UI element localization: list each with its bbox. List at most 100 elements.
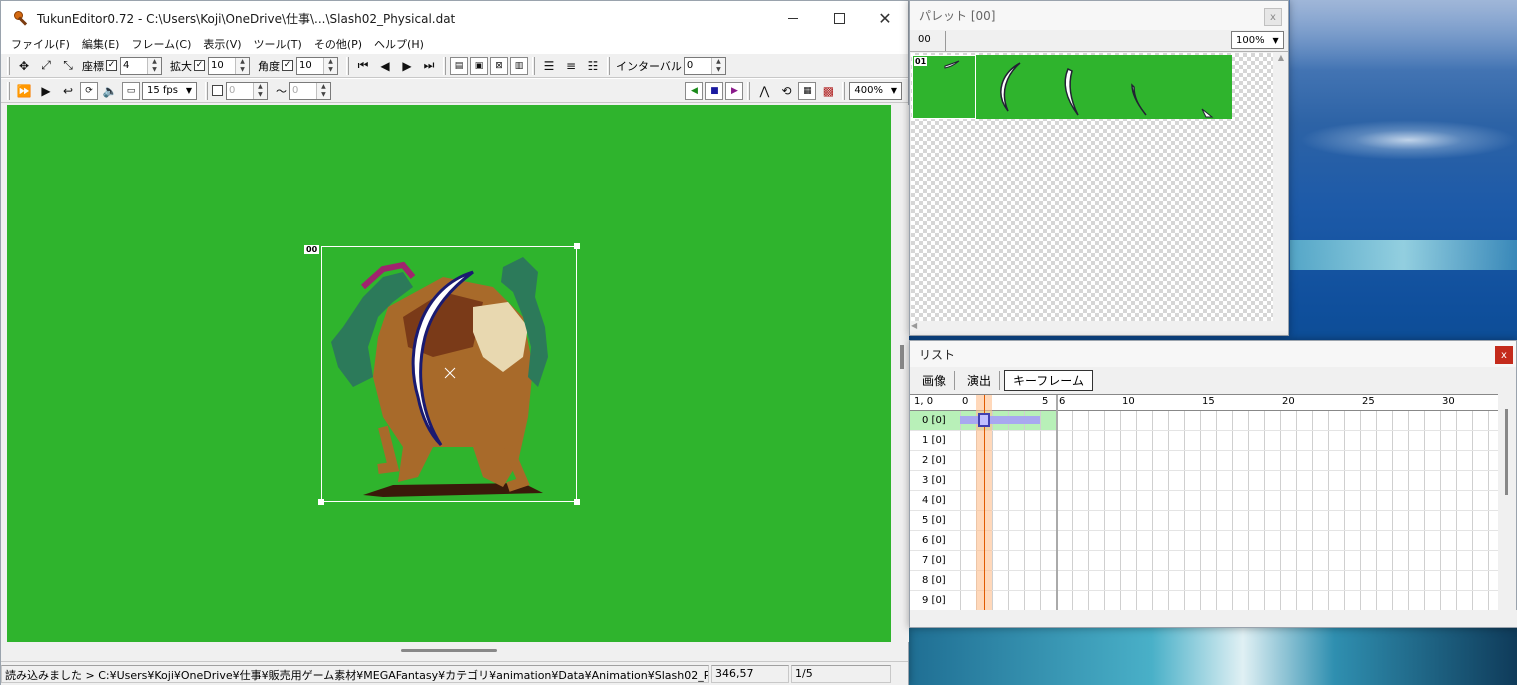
move-tool-icon[interactable]: ✥	[14, 56, 34, 76]
align-left-icon[interactable]: ▤	[450, 56, 468, 75]
interval-stepper[interactable]: 0 ▲ ▼	[683, 56, 726, 75]
toolbar-grip[interactable]	[7, 56, 10, 75]
palette-cell[interactable]	[1168, 55, 1232, 119]
table-row[interactable]: 1 [0]	[910, 431, 1498, 451]
toolbar-grip[interactable]	[842, 81, 846, 100]
chevron-down-icon[interactable]: ▼	[1269, 32, 1283, 48]
align-vcenter-icon[interactable]: ≡	[561, 56, 581, 76]
resize-handle[interactable]	[318, 499, 324, 505]
origin-cross-icon[interactable]	[444, 367, 456, 379]
align-bottom-icon[interactable]: ☷	[583, 56, 603, 76]
stepper-arrows-icon[interactable]: ▲ ▼	[252, 82, 267, 99]
toolbar-grip[interactable]	[346, 56, 349, 75]
canvas-vertical-scrollbar[interactable]	[891, 105, 909, 642]
table-row[interactable]: 3 [0]	[910, 471, 1498, 491]
sound-icon[interactable]: 🔈	[100, 81, 120, 101]
table-row[interactable]: 5 [0]	[910, 511, 1498, 531]
toolbar-grip[interactable]	[607, 56, 610, 75]
zoom-select[interactable]: 400% ▼	[849, 81, 902, 100]
current-frame-marker[interactable]	[984, 395, 985, 611]
rotate-view-icon[interactable]: ⟲	[776, 81, 796, 101]
minimize-button[interactable]	[770, 1, 816, 35]
loop-icon[interactable]: ⟳	[80, 81, 98, 100]
toolbar-grip[interactable]	[443, 56, 446, 75]
last-frame-icon[interactable]: ⏭	[419, 56, 439, 76]
palette-cell[interactable]	[1040, 55, 1104, 119]
play-icon[interactable]: ▶	[36, 81, 56, 101]
menu-file[interactable]: ファイル(F)	[5, 36, 76, 52]
menu-edit[interactable]: 編集(E)	[76, 36, 126, 52]
canvas-horizontal-scroll-thumb[interactable]	[401, 649, 497, 652]
angle-checkbox[interactable]: ✓	[282, 60, 293, 71]
next-frame-icon[interactable]: ▶	[397, 56, 417, 76]
rotate-tool-icon[interactable]: ⤡	[58, 56, 78, 76]
palette-horizontal-scrollbar[interactable]: ◀	[911, 321, 1273, 335]
palette-image-area[interactable]: 01	[911, 53, 1273, 321]
list-title-bar[interactable]: リスト x	[910, 341, 1516, 367]
align-middle-icon[interactable]: ⊠	[490, 56, 508, 75]
prev-frame-icon[interactable]: ◀	[375, 56, 395, 76]
table-row[interactable]: 9 [0]	[910, 591, 1498, 611]
menu-other[interactable]: その他(P)	[308, 36, 368, 52]
keyframe-grid[interactable]: 1, 0 0 5 6 10 15 20 25 30 0 [0] 1 [0] 2 …	[910, 394, 1498, 611]
fps-select[interactable]: 15 fps ▼	[142, 81, 197, 100]
stepper-arrows-icon[interactable]: ▲ ▼	[235, 57, 249, 74]
stepper-arrows-icon[interactable]: ▲ ▼	[323, 57, 337, 74]
palette-title-bar[interactable]: パレット [00] x	[910, 1, 1288, 30]
table-row[interactable]: 4 [0]	[910, 491, 1498, 511]
prev-key-icon[interactable]: ◀	[685, 81, 704, 100]
tab-effect[interactable]: 演出	[959, 370, 1001, 390]
chevron-down-icon[interactable]: ▼	[887, 83, 901, 99]
keyframe-marker[interactable]	[978, 413, 990, 427]
palette-cell[interactable]	[1104, 55, 1168, 119]
first-frame-icon[interactable]: ⏮	[353, 56, 373, 76]
palette-cell[interactable]: 01	[912, 55, 976, 119]
scale-checkbox[interactable]: ✓	[194, 60, 205, 71]
menu-frame[interactable]: フレーム(C)	[125, 36, 197, 52]
stop-key-icon[interactable]: ■	[705, 81, 724, 100]
coord-checkbox[interactable]: ✓	[106, 60, 117, 71]
palette-sprite-strip[interactable]: 01	[912, 55, 1232, 119]
list-vertical-scrollbar[interactable]	[1500, 394, 1516, 610]
fast-play-icon[interactable]: ⏩	[14, 81, 34, 101]
stepper-arrows-icon[interactable]: ▲ ▼	[710, 57, 725, 74]
screen-icon[interactable]: ▭	[122, 81, 140, 100]
keyframe-span[interactable]	[960, 416, 1040, 424]
align-top-icon[interactable]: ☰	[539, 56, 559, 76]
align-right-icon[interactable]: ▥	[510, 56, 528, 75]
list-horizontal-scrollbar[interactable]	[910, 610, 1517, 627]
maximize-button[interactable]	[816, 1, 862, 35]
stepper-arrows-icon[interactable]: ▲ ▼	[315, 82, 330, 99]
close-icon[interactable]: x	[1495, 346, 1513, 364]
coord-stepper[interactable]: 4 ▲ ▼	[120, 56, 162, 75]
palette-tab[interactable]: 00	[912, 31, 946, 51]
close-button[interactable]: ✕	[862, 1, 908, 35]
toolbar-grip[interactable]	[204, 81, 208, 100]
table-row[interactable]: 6 [0]	[910, 531, 1498, 551]
table-row[interactable]: 7 [0]	[910, 551, 1498, 571]
menu-tools[interactable]: ツール(T)	[248, 36, 308, 52]
stepper-arrows-icon[interactable]: ▲ ▼	[147, 57, 161, 74]
tab-image[interactable]: 画像	[914, 370, 956, 390]
loop-back-icon[interactable]: ↩	[58, 81, 78, 101]
palette-cell[interactable]	[976, 55, 1040, 119]
scale-tool-icon[interactable]: ⤢	[36, 56, 56, 76]
chevron-down-icon[interactable]: ▼	[182, 83, 196, 99]
list-vertical-scroll-thumb[interactable]	[1505, 409, 1508, 495]
toolbar-grip[interactable]	[747, 81, 751, 100]
range-checkbox[interactable]	[211, 85, 223, 96]
path-tool-icon[interactable]: ⋀	[754, 81, 774, 101]
toolbar-grip[interactable]	[7, 81, 10, 100]
angle-stepper[interactable]: 10 ▲ ▼	[296, 56, 338, 75]
resize-handle[interactable]	[574, 499, 580, 505]
menu-help[interactable]: ヘルプ(H)	[368, 36, 430, 52]
color-grid-icon[interactable]: ▩	[818, 81, 838, 101]
close-icon[interactable]: x	[1264, 8, 1282, 26]
next-key-icon[interactable]: ▶	[725, 81, 744, 100]
table-row[interactable]: 2 [0]	[910, 451, 1498, 471]
grid-view-icon[interactable]: ▦	[798, 81, 817, 100]
range-from-stepper[interactable]: 0 ▲ ▼	[225, 81, 268, 100]
tab-keyframe[interactable]: キーフレーム	[1004, 369, 1093, 391]
menu-view[interactable]: 表示(V)	[197, 36, 247, 52]
main-title-bar[interactable]: TukunEditor0.72 - C:\Users\Koji\OneDrive…	[1, 1, 908, 35]
